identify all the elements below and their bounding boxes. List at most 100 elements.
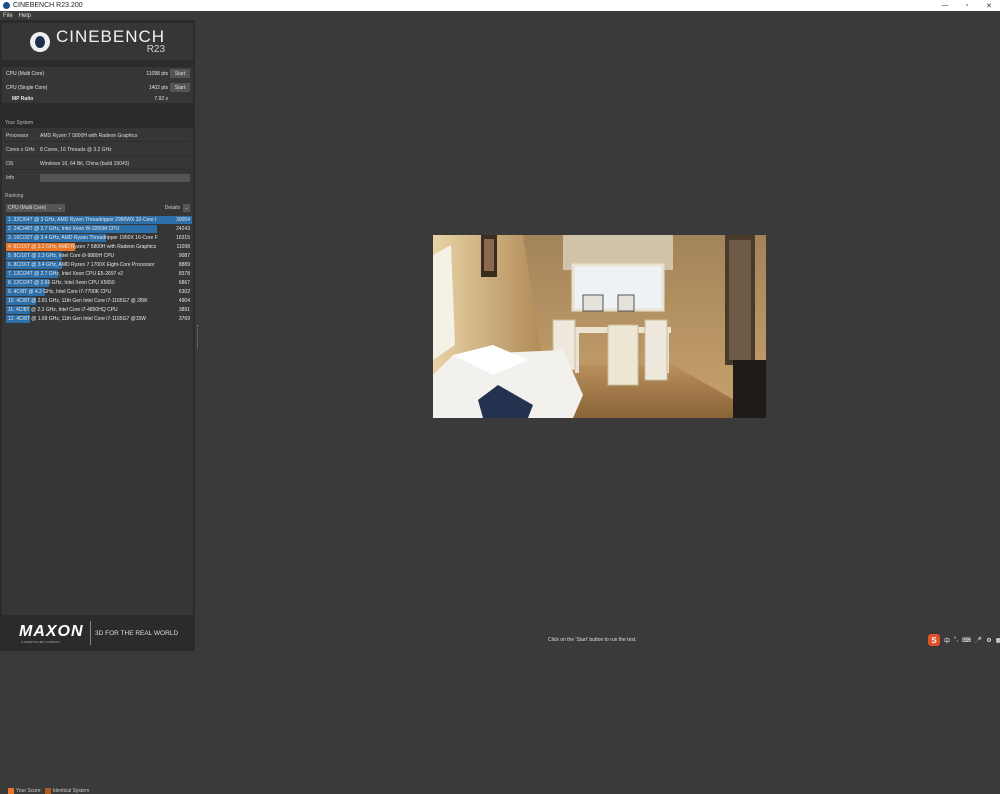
ranking-row-label: 10. 4C/8T @ 2.81 GHz, 11th Gen Intel Cor… (8, 298, 148, 304)
maxon-logo: MAXON (19, 623, 84, 640)
system-value: Windows 10, 64 Bit, China (build 19043) (40, 161, 130, 167)
ranking-row-label: 5. 8C/16T @ 2.3 GHz, Intel Core i9-9880H… (8, 253, 115, 259)
ranking-row-label: 11. 4C/8T @ 2.3 GHz, Intel Core i7-4850H… (8, 307, 118, 313)
menu-help[interactable]: Help (19, 13, 31, 19)
details-toggle[interactable]: Details ⌄ (165, 204, 190, 212)
brand-slogan: 3D FOR THE REAL WORLD (95, 630, 179, 637)
system-tray: S 中 °, ⌨ 🎤 ⚙ ▦ (928, 634, 1000, 646)
chevron-down-icon: ⌄ (57, 205, 62, 211)
ranking-row[interactable]: 9. 4C/8T @ 4.2 GHz, Intel Core i7-7700K … (6, 288, 192, 296)
logo-version: R23 (146, 44, 166, 55)
legend-label: Your Score (16, 788, 41, 794)
ranking-row[interactable]: 7. 12C/24T @ 2.7 GHz, Intel Xeon CPU E5-… (6, 270, 192, 278)
your-score-swatch (8, 788, 14, 794)
ranking-row[interactable]: 4. 8C/16T @ 3.2 GHz, AMD Ryzen 7 5800H w… (6, 243, 192, 251)
brand-divider (90, 621, 91, 645)
sogou-ime-icon[interactable]: S (928, 634, 940, 646)
ranking-row-score: 3769 (178, 316, 190, 322)
punctuation-icon[interactable]: °, (954, 637, 958, 643)
ranking-row[interactable]: 1. 32C/64T @ 3 GHz, AMD Ryzen Threadripp… (6, 216, 192, 224)
ranking-row[interactable]: 11. 4C/8T @ 2.3 GHz, Intel Core i7-4850H… (6, 306, 192, 314)
ranking-row-label: 2. 24C/48T @ 2.7 GHz, Intel Xeon W-3265M… (8, 226, 120, 232)
cpu-multi-core-row: CPU (Multi Core) 11098 pts Start (2, 68, 193, 79)
grid-icon[interactable]: ▦ (996, 637, 1000, 644)
system-key: Processor (6, 133, 29, 139)
system-row-processor: Processor AMD Ryzen 7 5800H with Radeon … (4, 130, 191, 142)
bench-label: CPU (Single Core) (6, 84, 48, 91)
ranking-test-dropdown[interactable]: CPU (Multi Core) ⌄ (6, 204, 65, 212)
start-single-core-button[interactable]: Start (170, 83, 190, 92)
ranking-row-score: 11098 (176, 244, 190, 250)
ranking-row-label: 1. 32C/64T @ 3 GHz, AMD Ryzen Threadripp… (8, 217, 157, 223)
system-key: Info (6, 175, 15, 181)
minimize-button[interactable]: — (934, 2, 956, 9)
title-bar: CINEBENCH R23.200 — ▫ ✕ (0, 0, 1000, 11)
benchmark-panel: CPU (Multi Core) 11098 pts Start CPU (Si… (2, 67, 193, 103)
mp-ratio-row: MP Ratio 7.92 x (2, 93, 193, 104)
settings-icon[interactable]: ⚙ (986, 637, 991, 644)
logo-name: CINEBENCH (55, 27, 166, 46)
close-button[interactable]: ✕ (978, 2, 1000, 10)
system-key: Cores x GHz (6, 147, 35, 153)
menu-bar: File Help (0, 11, 1000, 20)
start-multi-core-button[interactable]: Start (170, 69, 190, 78)
legend-label: Identical System (52, 788, 90, 794)
ranking-row-score: 3891 (178, 307, 190, 313)
microphone-icon[interactable]: 🎤 (975, 637, 982, 644)
bench-score: 11098 pts (146, 70, 168, 77)
ranking-panel: CPU (Multi Core) ⌄ Details ⌄ 1. 32C/64T … (2, 200, 193, 794)
bench-score: 1402 pts (148, 84, 168, 91)
details-label: Details (164, 205, 180, 211)
ranking-row-label: 9. 4C/8T @ 4.2 GHz, Intel Core i7-7700K … (8, 289, 112, 295)
system-value: 8 Cores, 16 Threads @ 3.2 GHz (40, 147, 112, 153)
chinese-input-icon[interactable]: 中 (944, 636, 950, 645)
ranking-row-label: 7. 12C/24T @ 2.7 GHz, Intel Xeon CPU E5-… (8, 271, 124, 277)
ranking-row-score: 8889 (178, 262, 190, 268)
ranking-row-score: 16315 (176, 235, 190, 241)
ranking-row[interactable]: 12. 4C/8T @ 1.69 GHz, 11th Gen Intel Cor… (6, 315, 192, 323)
maxon-brand: MAXON A NEMETSCHEK COMPANY 3D FOR THE RE… (0, 617, 195, 651)
ranking-row-score: 24243 (176, 226, 190, 232)
ranking-row[interactable]: 6. 8C/16T @ 3.4 GHz, AMD Ryzen 7 1700X E… (6, 261, 192, 269)
ranking-row[interactable]: 8. 12C/24T @ 2.66 GHz, Intel Xeon CPU X5… (6, 279, 192, 287)
ranking-row[interactable]: 3. 16C/32T @ 3.4 GHz, AMD Ryzen Threadri… (6, 234, 192, 242)
system-key: OS (6, 161, 14, 167)
identical-system-swatch (44, 788, 51, 794)
restore-button[interactable]: ▫ (956, 2, 978, 9)
menu-file[interactable]: File (3, 13, 13, 19)
ranking-row[interactable]: 5. 8C/16T @ 2.3 GHz, Intel Core i9-9880H… (6, 252, 192, 260)
system-value: AMD Ryzen 7 5800H with Radeon Graphics (40, 133, 138, 139)
cinebench-app-icon (3, 2, 10, 9)
status-message: Click on the 'Start' button to run the t… (548, 637, 637, 643)
ranking-row-score: 8378 (178, 271, 190, 277)
ranking-row-label: 6. 8C/16T @ 3.4 GHz, AMD Ryzen 7 1700X E… (8, 262, 155, 268)
ranking-row-score: 6867 (178, 280, 190, 286)
bench-label: CPU (Multi Core) (6, 70, 45, 77)
system-row-info: Info (4, 172, 191, 184)
system-row-cores: Cores x GHz 8 Cores, 16 Threads @ 3.2 GH… (4, 144, 191, 156)
ranking-row-score: 30054 (176, 217, 190, 223)
your-system-title: Your System (5, 120, 34, 126)
your-system-panel: Processor AMD Ryzen 7 5800H with Radeon … (2, 128, 193, 205)
maxon-subtitle: A NEMETSCHEK COMPANY (21, 640, 61, 644)
left-pane: CINEBENCH R23 CPU (Multi Core) 11098 pts… (0, 20, 195, 794)
keyboard-icon[interactable]: ⌨ (962, 637, 971, 644)
window-title: CINEBENCH R23.200 (13, 2, 83, 9)
mp-ratio-value: 7.92 x (154, 95, 168, 102)
ranking-row-score: 4904 (178, 298, 190, 304)
bench-label: MP Ratio (12, 95, 34, 102)
ranking-row-label: 3. 16C/32T @ 3.4 GHz, AMD Ryzen Threadri… (8, 235, 158, 241)
cinebench-logo: CINEBENCH R23 (2, 23, 193, 60)
ranking-row-label: 4. 8C/16T @ 3.2 GHz, AMD Ryzen 7 5800H w… (8, 244, 157, 250)
ranking-row-label: 8. 12C/24T @ 2.66 GHz, Intel Xeon CPU X5… (8, 280, 115, 286)
cpu-single-core-row: CPU (Single Core) 1402 pts Start (2, 82, 193, 93)
info-input[interactable] (40, 174, 190, 182)
ranking-row[interactable]: 10. 4C/8T @ 2.81 GHz, 11th Gen Intel Cor… (6, 297, 192, 305)
ranking-legend: Your Score Identical System (8, 788, 89, 794)
pane-splitter-handle[interactable] (197, 325, 199, 349)
ranking-title: Ranking (5, 193, 24, 199)
ranking-row[interactable]: 2. 24C/48T @ 2.7 GHz, Intel Xeon W-3265M… (6, 225, 192, 233)
ranking-row-score: 9087 (178, 253, 190, 259)
chevron-down-icon: ⌄ (183, 204, 190, 212)
cinema4d-logo-icon (29, 31, 50, 52)
